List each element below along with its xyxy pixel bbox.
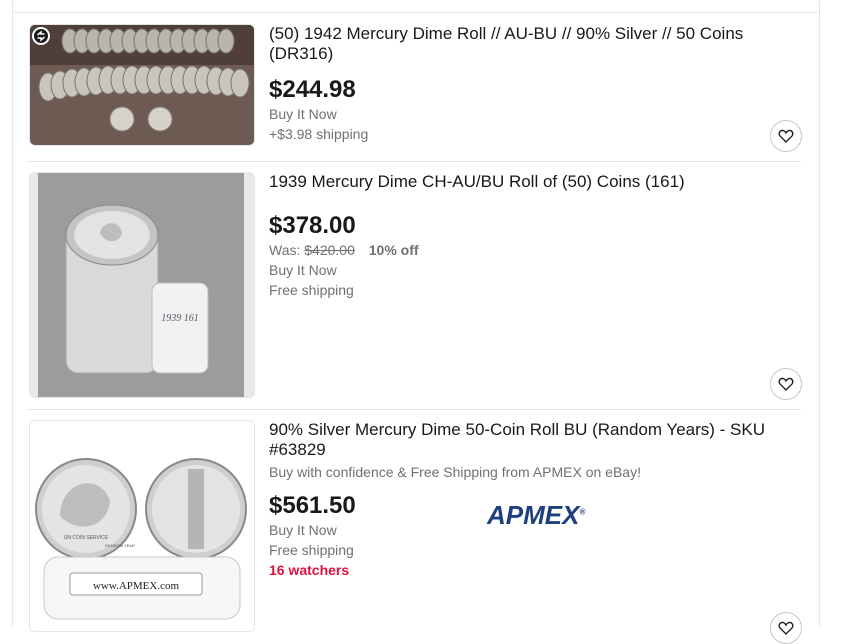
listing-promo: Buy with confidence & Free Shipping from… — [269, 464, 641, 480]
coin-tube-image: 1939 161 — [30, 173, 254, 397]
discount-label: 10% off — [368, 242, 419, 258]
listing-shipping: Free shipping — [269, 542, 354, 558]
watchers-count: 16 watchers — [269, 562, 350, 578]
divider — [12, 12, 818, 13]
was-price: $420.00 — [304, 242, 355, 258]
listing-image[interactable] — [29, 24, 255, 146]
watch-heart-icon[interactable] — [770, 120, 802, 152]
refresh-badge-icon — [32, 27, 50, 45]
coin-text: RANDOM YEAR — [105, 543, 135, 548]
listing-format: Buy It Now — [269, 262, 337, 278]
tube-label-text: 1939 161 — [161, 313, 199, 324]
listing-item[interactable]: UN COIN SERVICE RANDOM YEAR www.APMEX.co… — [27, 420, 802, 644]
listing-shipping: +$3.98 shipping — [269, 126, 369, 142]
listing-image[interactable]: UN COIN SERVICE RANDOM YEAR www.APMEX.co… — [29, 420, 255, 632]
watch-heart-icon[interactable] — [770, 368, 802, 400]
apmex-roll-image: UN COIN SERVICE RANDOM YEAR www.APMEX.co… — [30, 421, 254, 631]
listing-title[interactable]: 90% Silver Mercury Dime 50-Coin Roll BU … — [269, 420, 789, 460]
listing-item[interactable]: 1939 161 1939 Mercury Dime CH-AU/BU Roll… — [27, 172, 802, 400]
listing-price: $378.00 — [269, 212, 356, 239]
was-label: Was: — [269, 242, 301, 258]
brand-name: APMEX — [487, 500, 580, 530]
coin-roll-image — [30, 25, 254, 145]
divider — [27, 161, 801, 162]
tube-label-text: www.APMEX.com — [93, 580, 180, 592]
listing-price: $244.98 — [269, 76, 356, 103]
listing-image[interactable]: 1939 161 — [29, 172, 255, 398]
listing-title[interactable]: 1939 Mercury Dime CH-AU/BU Roll of (50) … — [269, 172, 789, 192]
divider — [27, 409, 801, 410]
coin-text: UN COIN SERVICE — [64, 535, 109, 541]
listing-shipping: Free shipping — [269, 282, 354, 298]
watch-heart-icon[interactable] — [770, 612, 802, 644]
listing-title[interactable]: (50) 1942 Mercury Dime Roll // AU-BU // … — [269, 24, 789, 64]
listing-item[interactable]: (50) 1942 Mercury Dime Roll // AU-BU // … — [27, 24, 802, 160]
listing-format: Buy It Now — [269, 106, 337, 122]
was-price-row: Was: $420.00 10% off — [269, 240, 789, 260]
apmex-logo: APMEX® — [487, 500, 586, 530]
